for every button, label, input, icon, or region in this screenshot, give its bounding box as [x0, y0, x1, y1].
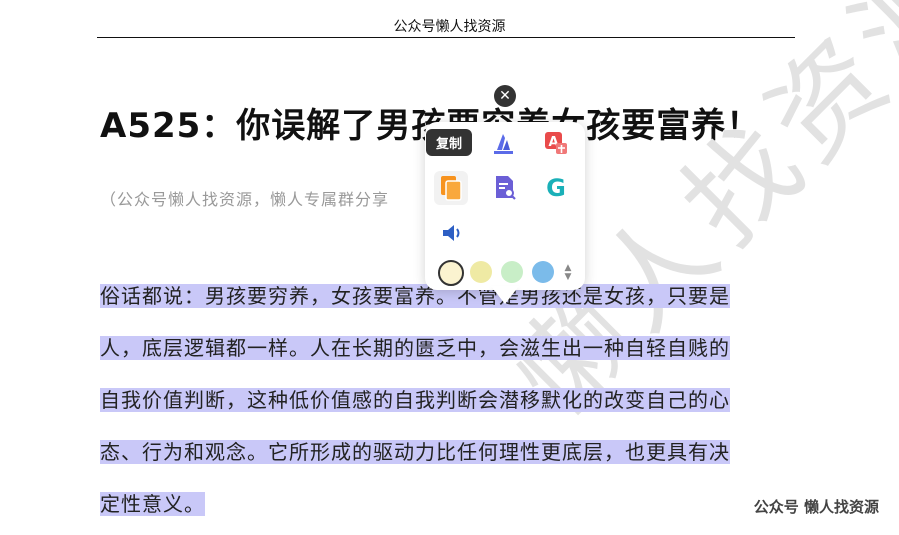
color-swatch-yellow[interactable] — [470, 261, 492, 283]
translate-icon: A — [545, 132, 567, 154]
highlight-tool-button[interactable] — [486, 126, 520, 160]
text-line[interactable]: 态、行为和观念。它所形成的驱动力比任何理性更底层，也更具有决 — [100, 440, 730, 464]
header-title: 公众号懒人找资源 — [393, 19, 506, 35]
text-line[interactable]: 人，底层逻辑都一样。人在长期的匮乏中，会滋生出一种自轻自贱的 — [100, 336, 730, 360]
svg-text:G: G — [546, 174, 566, 202]
search-document-button[interactable] — [488, 171, 522, 205]
color-swatch-cream[interactable] — [438, 260, 464, 286]
color-swatch-green[interactable] — [501, 261, 523, 283]
read-aloud-button[interactable] — [435, 216, 469, 250]
color-expand-icon[interactable]: ▲ ▼ — [563, 264, 573, 282]
copy-tooltip: 复制 — [426, 129, 473, 156]
text-line[interactable]: 定性意义。 — [100, 492, 205, 516]
color-swatch-blue[interactable] — [532, 261, 554, 283]
corner-brand: 公众号 懒人找资源 — [753, 498, 879, 516]
popup-pointer — [491, 286, 519, 304]
copy-tool-button[interactable] — [434, 171, 468, 205]
text-line[interactable]: 俗话都说：男孩要穷养，女孩要富养。不管是男孩还是女孩，只要是 — [100, 284, 730, 308]
text-line[interactable]: 自我价值判断，这种低价值感的自我判断会潜移默化的改变自己的心 — [100, 388, 730, 412]
grammar-g-icon: G — [546, 174, 566, 202]
grammar-tool-button[interactable]: G — [539, 171, 573, 205]
close-icon[interactable]: ✕ — [494, 85, 516, 107]
search-document-icon — [496, 176, 516, 200]
article-paragraph: 俗话都说：男孩要穷养，女孩要富养。不管是男孩还是女孩，只要是 人，底层逻辑都一样… — [100, 270, 805, 530]
copy-icon — [441, 176, 462, 201]
translate-tool-button[interactable]: A — [539, 126, 573, 160]
header-divider — [97, 37, 795, 38]
highlighter-icon — [494, 134, 513, 154]
speaker-icon — [443, 225, 460, 241]
